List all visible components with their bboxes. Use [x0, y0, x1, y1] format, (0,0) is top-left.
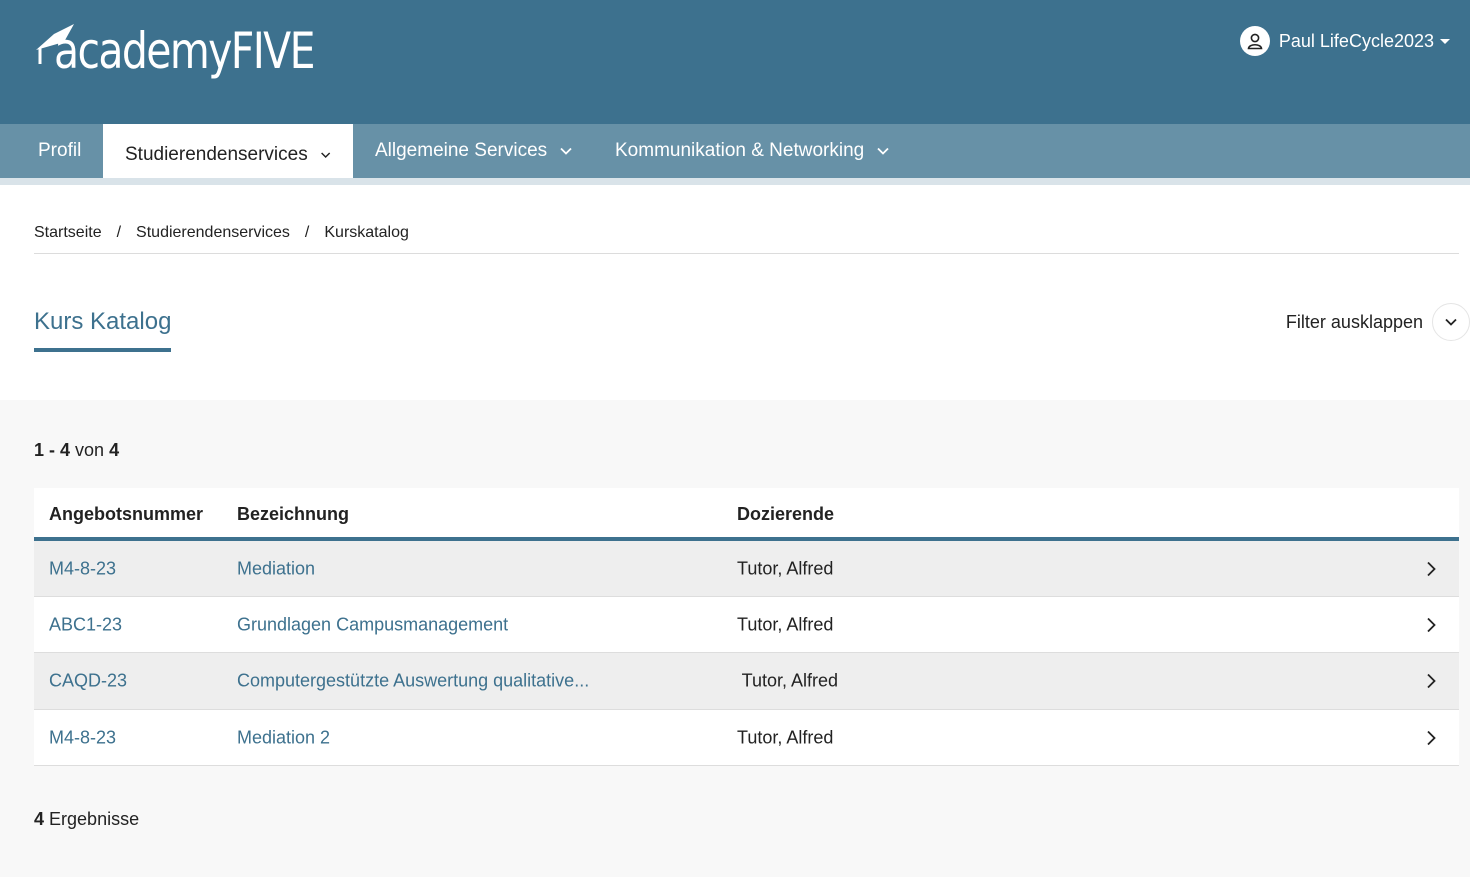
table-row[interactable]: ABC1-23 Grundlagen Campusmanagement Tuto…	[34, 597, 1459, 653]
chevron-down-icon	[877, 147, 889, 155]
breadcrumb-startseite[interactable]: Startseite	[34, 224, 102, 253]
nav-item-label: Allgemeine Services	[375, 140, 548, 161]
main-nav: Profil Studierendenservices Allgemeine S…	[0, 124, 1470, 185]
nav-item-label: Kommunikation & Networking	[615, 140, 865, 161]
course-number-link[interactable]: M4-8-23	[49, 558, 116, 579]
course-lecturer: Tutor, Alfred	[737, 558, 834, 578]
column-header-dozierende[interactable]: Dozierende	[737, 504, 834, 525]
course-lecturer: Tutor, Alfred	[737, 727, 834, 747]
user-menu[interactable]: Paul LifeCycle2023	[1239, 26, 1450, 56]
chevron-right-icon[interactable]	[1423, 561, 1439, 577]
breadcrumb-separator: /	[304, 224, 310, 241]
chevron-right-icon[interactable]	[1423, 730, 1439, 746]
nav-item-label: Profil	[38, 140, 82, 161]
nav-item-profil[interactable]: Profil	[16, 124, 103, 178]
nav-divider	[0, 178, 1470, 185]
course-name-link[interactable]: Grundlagen Campusmanagement	[237, 614, 508, 635]
caret-down-icon	[1440, 38, 1450, 44]
table-row[interactable]: M4-8-23 Mediation Tutor, Alfred	[34, 541, 1459, 597]
results-label: Ergebnisse	[49, 809, 140, 829]
logo-text: academyFIVE	[54, 22, 315, 80]
nav-item-kommunikation-networking[interactable]: Kommunikation & Networking	[593, 124, 912, 178]
table-header: Angebotsnummer Bezeichnung Dozierende	[34, 488, 1459, 541]
chevron-down-icon	[1445, 318, 1457, 326]
course-number-link[interactable]: M4-8-23	[49, 727, 116, 748]
range-value: 1 - 4	[34, 440, 71, 460]
chevron-down-icon	[320, 151, 330, 158]
course-name-link[interactable]: Mediation 2	[237, 727, 330, 748]
table-row[interactable]: CAQD-23 Computergestützte Auswertung qua…	[34, 653, 1459, 710]
results-summary: 4 Ergebnisse	[34, 809, 139, 830]
course-name-link[interactable]: Mediation	[237, 558, 315, 579]
result-range: 1 - 4 von 4	[34, 440, 119, 461]
filter-label: Filter ausklappen	[1285, 311, 1423, 332]
column-header-bezeichnung[interactable]: Bezeichnung	[237, 504, 349, 525]
app-header: academyFIVE Paul LifeCycle2023	[0, 0, 1470, 124]
breadcrumb-studierendenservices[interactable]: Studierendenservices	[136, 224, 290, 253]
nav-item-studierendenservices[interactable]: Studierendenservices	[103, 124, 353, 185]
results-count: 4	[34, 809, 45, 829]
course-lecturer: Tutor, Alfred	[737, 614, 834, 634]
course-name-link[interactable]: Computergestützte Auswertung qualitative…	[237, 671, 589, 692]
breadcrumb-separator: /	[116, 224, 122, 241]
course-number-link[interactable]: ABC1-23	[49, 614, 122, 635]
content-area: 1 - 4 von 4 Angebotsnummer Bezeichnung D…	[0, 400, 1470, 877]
course-lecturer: Tutor, Alfred	[737, 670, 839, 691]
column-header-angebotsnummer[interactable]: Angebotsnummer	[49, 504, 203, 525]
chevron-right-icon[interactable]	[1423, 617, 1439, 633]
breadcrumb-kurskatalog: Kurskatalog	[324, 224, 409, 241]
logo[interactable]: academyFIVE	[34, 20, 324, 96]
user-icon	[1239, 26, 1270, 56]
chevron-right-icon[interactable]	[1423, 673, 1439, 689]
course-table: Angebotsnummer Bezeichnung Dozierende M4…	[34, 488, 1459, 766]
breadcrumb: Startseite / Studierendenservices / Kurs…	[34, 224, 1459, 254]
filter-toggle[interactable]: Filter ausklappen	[1286, 303, 1470, 341]
range-total: 4	[109, 440, 120, 460]
nav-item-allgemeine-services[interactable]: Allgemeine Services	[353, 124, 595, 178]
page-title: Kurs Katalog	[34, 308, 172, 352]
range-of-label: von	[75, 440, 105, 460]
user-name: Paul LifeCycle2023	[1278, 30, 1434, 51]
nav-item-label: Studierendenservices	[125, 143, 308, 165]
chevron-down-icon	[560, 147, 572, 155]
course-number-link[interactable]: CAQD-23	[49, 671, 127, 692]
table-row[interactable]: M4-8-23 Mediation 2 Tutor, Alfred	[34, 710, 1459, 766]
filter-expand-button[interactable]	[1432, 303, 1470, 341]
